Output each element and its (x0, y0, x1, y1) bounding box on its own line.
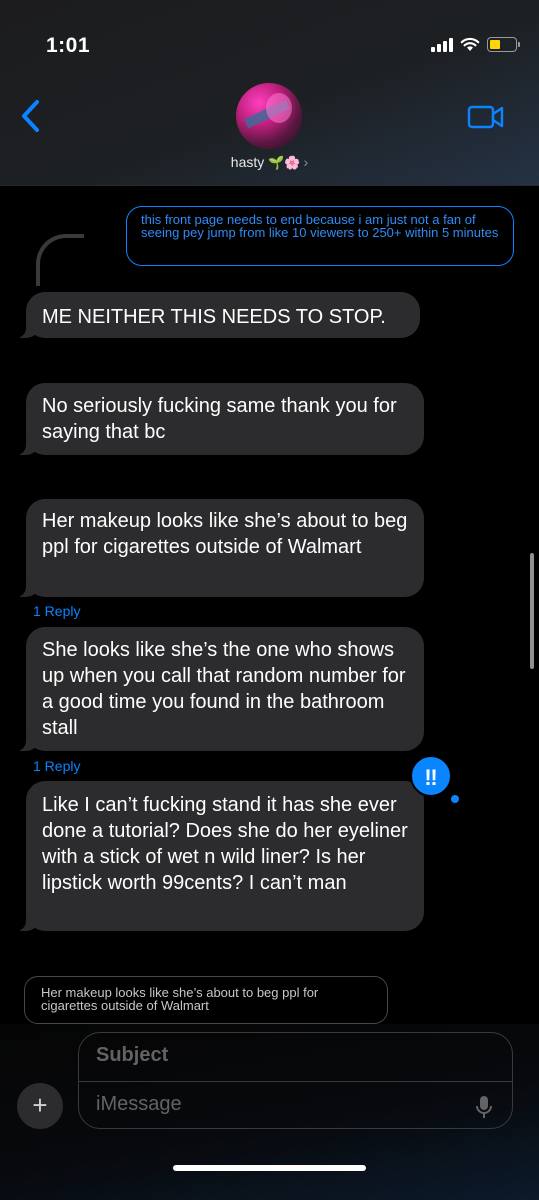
contact-avatar[interactable] (236, 83, 302, 149)
quoted-outgoing-text: this front page needs to end because i a… (141, 212, 499, 240)
contact-name-button[interactable]: hasty 🌱🌸 › (0, 154, 539, 171)
contact-name: hasty (230, 154, 265, 170)
tapback-exclamation-icon[interactable]: ‼ (410, 755, 452, 797)
quoted-outgoing-message[interactable]: this front page needs to end because i a… (126, 206, 514, 266)
reply-thread-line (36, 234, 84, 286)
message-bubble[interactable]: No seriously fucking same thank you for … (10, 383, 424, 455)
message-bubble[interactable]: She looks like she’s the one who shows u… (10, 627, 424, 751)
scrollbar[interactable] (530, 553, 534, 669)
wifi-icon (460, 37, 480, 51)
microphone-icon[interactable] (474, 1094, 494, 1120)
message-text: No seriously fucking same thank you for … (42, 395, 397, 443)
signal-icon (431, 37, 453, 52)
quoted-reply-text: Her makeup looks like she’s about to beg… (41, 985, 319, 1013)
message-input[interactable]: iMessage (96, 1093, 182, 1116)
contact-emoji: 🌱🌸 (268, 155, 301, 170)
chevron-right-icon: › (303, 154, 309, 170)
compose-divider (78, 1081, 513, 1082)
message-text: ME NEITHER THIS NEEDS TO STOP. (42, 306, 386, 328)
message-bubble[interactable]: Her makeup looks like she’s about to beg… (10, 499, 424, 597)
home-indicator[interactable] (173, 1165, 366, 1171)
message-bubble[interactable]: Like I can’t fucking stand it has she ev… (10, 781, 424, 931)
reply-count-link[interactable]: 1 Reply (33, 758, 80, 774)
message-text: Like I can’t fucking stand it has she ev… (42, 794, 408, 894)
status-icons (431, 37, 520, 52)
tapback-tail (451, 795, 459, 803)
message-bubble[interactable]: ME NEITHER THIS NEEDS TO STOP. (10, 292, 420, 338)
status-time: 1:01 (46, 34, 91, 57)
subject-input[interactable]: Subject (96, 1044, 168, 1067)
message-text: She looks like she’s the one who shows u… (42, 639, 406, 739)
reply-count-link[interactable]: 1 Reply (33, 603, 80, 619)
plus-icon[interactable]: + (17, 1083, 63, 1129)
message-text: Her makeup looks like she’s about to beg… (42, 510, 408, 558)
back-chevron-icon[interactable] (18, 98, 44, 134)
video-camera-icon[interactable] (467, 104, 505, 130)
quoted-reply-preview[interactable]: Her makeup looks like she’s about to beg… (24, 976, 388, 1024)
battery-icon (487, 37, 520, 52)
